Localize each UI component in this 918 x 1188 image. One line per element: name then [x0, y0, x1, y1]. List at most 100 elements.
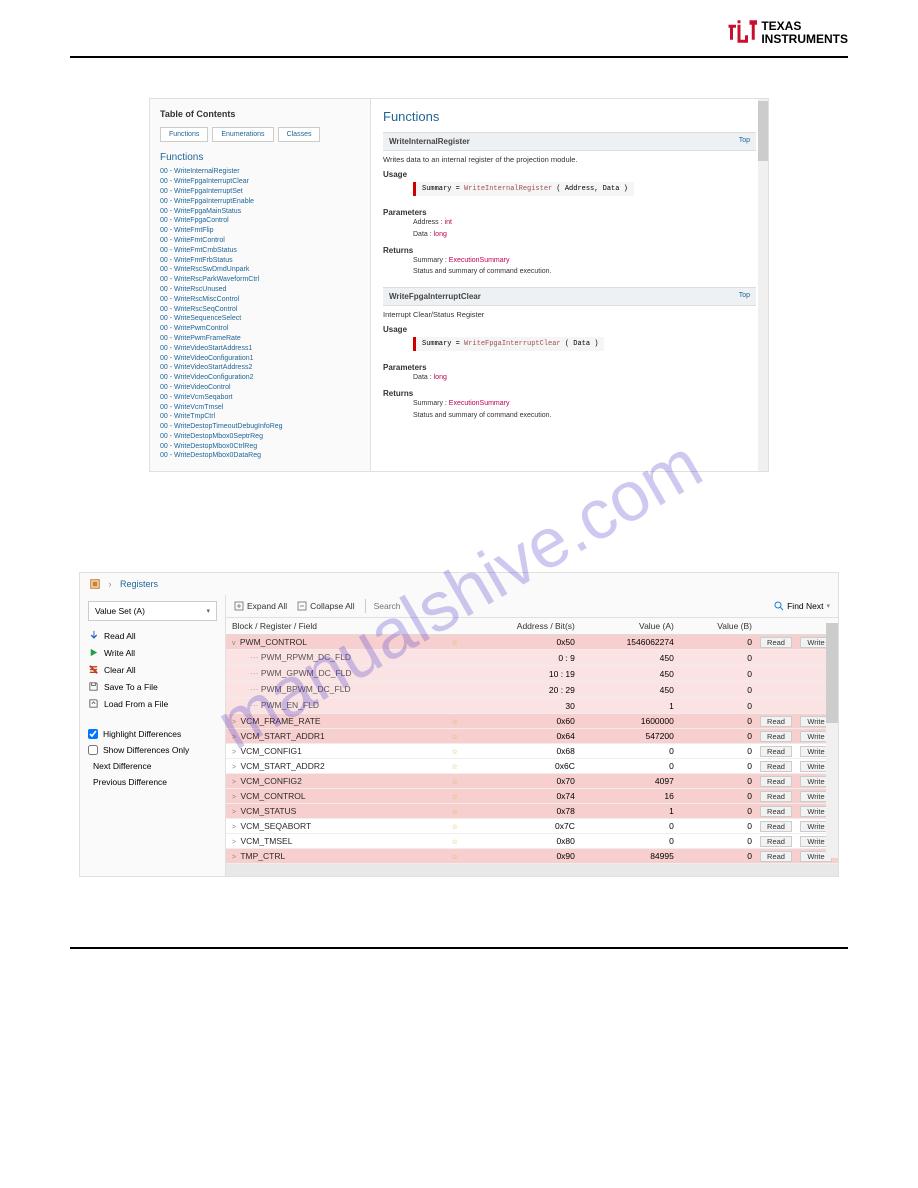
field-row[interactable]: ⋯ PWM_GPWM_DC_FLD10 : 194500 — [226, 666, 838, 682]
expand-toggle-icon[interactable]: > — [232, 719, 236, 726]
register-row[interactable]: v PWM_CONTROL☆0x5015460622740ReadWrite — [226, 635, 838, 650]
read-button[interactable]: Read — [760, 761, 792, 772]
top-link[interactable]: Top — [739, 292, 750, 301]
read-button[interactable]: Read — [760, 851, 792, 862]
save-to-file-button[interactable]: Save To a File — [88, 678, 217, 695]
read-button[interactable]: Read — [760, 746, 792, 757]
function-link[interactable]: 00 - WriteFmtControl — [160, 236, 360, 246]
read-button[interactable]: Read — [760, 791, 792, 802]
function-link[interactable]: 00 - WriteVcmTmsel — [160, 403, 360, 413]
register-row[interactable]: > VCM_FRAME_RATE☆0x6016000000ReadWrite — [226, 714, 838, 729]
expand-toggle-icon[interactable]: > — [232, 794, 236, 801]
expand-toggle-icon[interactable]: > — [232, 779, 236, 786]
expand-toggle-icon[interactable]: > — [232, 854, 236, 861]
expand-toggle-icon[interactable]: > — [232, 734, 236, 741]
col-value-b[interactable]: Value (B) — [680, 618, 758, 635]
value-set-dropdown[interactable]: Value Set (A)▾ — [88, 601, 217, 621]
expand-toggle-icon[interactable]: > — [232, 749, 236, 756]
read-button[interactable]: Read — [760, 731, 792, 742]
next-difference-button[interactable]: Next Difference — [88, 758, 217, 774]
function-link[interactable]: 00 - WriteFpgaInterruptEnable — [160, 197, 360, 207]
register-row[interactable]: > VCM_CONTROL☆0x74160ReadWrite — [226, 789, 838, 804]
star-icon[interactable]: ☆ — [452, 640, 458, 647]
star-icon[interactable]: ☆ — [452, 809, 458, 816]
function-link[interactable]: 00 - WriteRscMiscControl — [160, 295, 360, 305]
register-row[interactable]: > VCM_CONFIG2☆0x7040970ReadWrite — [226, 774, 838, 789]
show-differences-only-checkbox[interactable]: Show Differences Only — [88, 742, 217, 758]
register-row[interactable]: > VCM_STATUS☆0x7810ReadWrite — [226, 804, 838, 819]
grid-scrollbar-horizontal[interactable] — [226, 864, 838, 876]
function-link[interactable]: 00 - WriteFpgaInterruptSet — [160, 187, 360, 197]
tab-functions[interactable]: Functions — [160, 127, 208, 142]
register-row[interactable]: > VCM_SEQABORT☆0x7C00ReadWrite — [226, 819, 838, 834]
register-row[interactable]: > VCM_CONFIG1☆0x6800ReadWrite — [226, 744, 838, 759]
read-button[interactable]: Read — [760, 637, 792, 648]
highlight-differences-checkbox[interactable]: Highlight Differences — [88, 726, 217, 742]
register-row[interactable]: > VCM_TMSEL☆0x8000ReadWrite — [226, 834, 838, 849]
function-link[interactable]: 00 - WriteRscSeqControl — [160, 305, 360, 315]
grid-scrollbar-vertical[interactable] — [826, 623, 838, 858]
clear-all-button[interactable]: Clear All — [88, 661, 217, 678]
star-icon[interactable]: ☆ — [452, 779, 458, 786]
search-input[interactable] — [365, 599, 765, 613]
function-link[interactable]: 00 - WriteFmtCmbStatus — [160, 246, 360, 256]
function-link[interactable]: 00 - WriteDestopTimeoutDebugInfoReg — [160, 422, 360, 432]
function-link[interactable]: 00 - WriteDestopMbox0SeptrReg — [160, 432, 360, 442]
expand-toggle-icon[interactable]: v — [232, 640, 236, 647]
function-link[interactable]: 00 - WriteRscParkWaveformCtrl — [160, 275, 360, 285]
function-link[interactable]: 00 - WriteInternalRegister — [160, 167, 360, 177]
read-all-button[interactable]: Read All — [88, 627, 217, 644]
read-button[interactable]: Read — [760, 776, 792, 787]
load-from-file-button[interactable]: Load From a File — [88, 695, 217, 712]
breadcrumb-registers[interactable]: Registers — [120, 579, 158, 589]
field-row[interactable]: ⋯ PWM_EN_FLD3010 — [226, 698, 838, 714]
field-row[interactable]: ⋯ PWM_RPWM_DC_FLD0 : 94500 — [226, 650, 838, 666]
read-button[interactable]: Read — [760, 806, 792, 817]
write-all-button[interactable]: Write All — [88, 644, 217, 661]
expand-toggle-icon[interactable]: > — [232, 839, 236, 846]
read-button[interactable]: Read — [760, 836, 792, 847]
function-link[interactable]: 00 - WriteRscUnused — [160, 285, 360, 295]
col-value-a[interactable]: Value (A) — [581, 618, 680, 635]
function-link[interactable]: 00 - WriteVcmSeqabort — [160, 393, 360, 403]
function-link[interactable]: 00 - WritePwmFrameRate — [160, 334, 360, 344]
previous-difference-button[interactable]: Previous Difference — [88, 774, 217, 790]
find-next-button[interactable]: Find Next▾ — [774, 601, 830, 611]
star-icon[interactable]: ☆ — [452, 794, 458, 801]
collapse-all-button[interactable]: Collapse All — [297, 601, 354, 611]
function-link[interactable]: 00 - WriteFpgaInterruptClear — [160, 177, 360, 187]
register-row[interactable]: > VCM_START_ADDR2☆0x6C00ReadWrite — [226, 759, 838, 774]
register-row[interactable]: > VCM_START_ADDR1☆0x645472000ReadWrite — [226, 729, 838, 744]
expand-toggle-icon[interactable]: > — [232, 764, 236, 771]
function-link[interactable]: 00 - WriteFmtFlip — [160, 226, 360, 236]
function-link[interactable]: 00 - WriteVideoConfiguration2 — [160, 373, 360, 383]
star-icon[interactable]: ☆ — [452, 839, 458, 846]
function-link[interactable]: 00 - WriteVideoStartAddress1 — [160, 344, 360, 354]
function-link[interactable]: 00 - WriteRscSwDmdUnpark — [160, 265, 360, 275]
function-link[interactable]: 00 - WriteFpgaMainStatus — [160, 207, 360, 217]
top-link[interactable]: Top — [739, 137, 750, 146]
function-link[interactable]: 00 - WriteTmpCtrl — [160, 412, 360, 422]
read-button[interactable]: Read — [760, 821, 792, 832]
star-icon[interactable]: ☆ — [452, 764, 458, 771]
col-block[interactable]: Block / Register / Field — [226, 618, 446, 635]
register-row[interactable]: > TMP_CTRL☆0x90849950ReadWrite — [226, 849, 838, 864]
field-row[interactable]: ⋯ PWM_BPWM_DC_FLD20 : 294500 — [226, 682, 838, 698]
star-icon[interactable]: ☆ — [452, 824, 458, 831]
function-link[interactable]: 00 - WriteFpgaControl — [160, 216, 360, 226]
col-address[interactable]: Address / Bit(s) — [464, 618, 581, 635]
function-link[interactable]: 00 - WriteDestopMbox0DataReg — [160, 451, 360, 461]
function-link[interactable]: 00 - WriteVideoControl — [160, 383, 360, 393]
tab-enumerations[interactable]: Enumerations — [212, 127, 273, 142]
scrollbar-vertical[interactable] — [758, 99, 768, 471]
read-button[interactable]: Read — [760, 716, 792, 727]
expand-all-button[interactable]: Expand All — [234, 601, 287, 611]
function-link[interactable]: 00 - WritePwmControl — [160, 324, 360, 334]
expand-toggle-icon[interactable]: > — [232, 824, 236, 831]
star-icon[interactable]: ☆ — [452, 854, 458, 861]
tab-classes[interactable]: Classes — [278, 127, 321, 142]
star-icon[interactable]: ☆ — [452, 734, 458, 741]
function-link[interactable]: 00 - WriteSequenceSelect — [160, 314, 360, 324]
function-link[interactable]: 00 - WriteFmtFrbStatus — [160, 256, 360, 266]
star-icon[interactable]: ☆ — [452, 719, 458, 726]
